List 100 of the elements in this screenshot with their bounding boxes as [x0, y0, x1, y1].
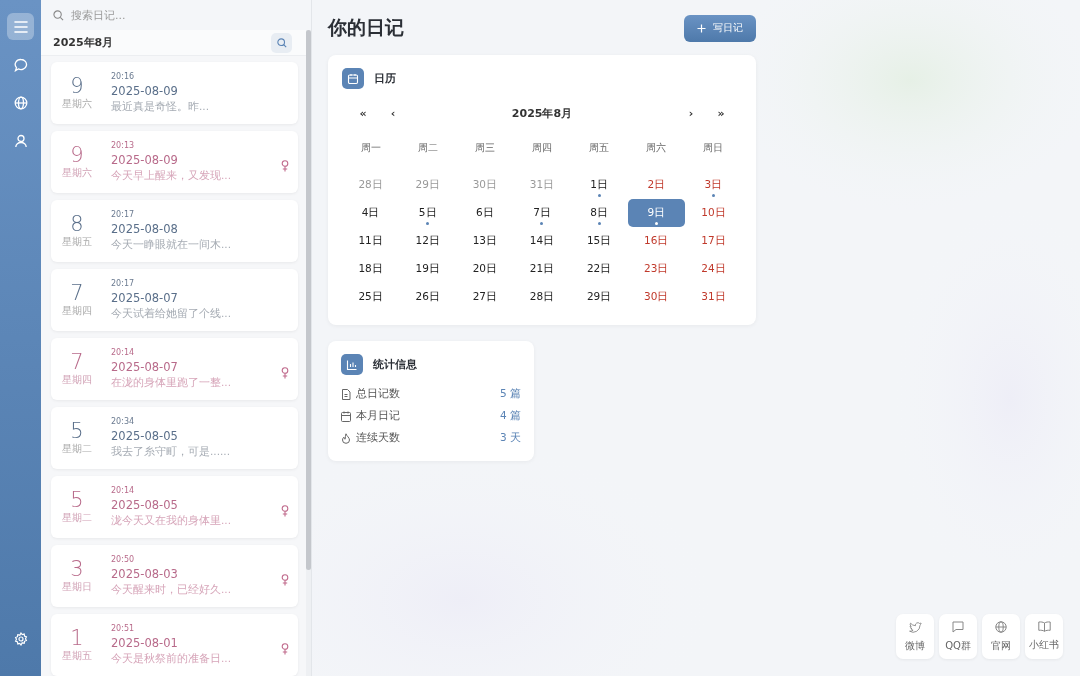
entry-time: 20:13 [111, 141, 136, 150]
calendar-day[interactable]: 18日 [342, 255, 400, 283]
calendar-day[interactable]: 31日 [684, 283, 742, 311]
calendar-day[interactable]: 13日 [456, 227, 514, 255]
calendar-day[interactable]: 27日 [456, 283, 514, 311]
weekday-header: 周一 [359, 141, 382, 155]
entry-time: 20:51 [111, 624, 136, 633]
bird-icon [908, 620, 922, 633]
open-book-icon [1037, 621, 1051, 632]
calendar-day[interactable]: 1日 [570, 171, 628, 199]
calendar-day[interactable]: 3日 [684, 171, 742, 199]
entry-day: 5 [70, 489, 84, 511]
social-link-button[interactable]: 官网 [982, 614, 1020, 659]
entry-day: 8 [70, 213, 84, 235]
entry-time: 20:14 [111, 348, 136, 357]
calendar-day[interactable]: 9日 [627, 199, 685, 227]
calendar-day[interactable]: 26日 [399, 283, 457, 311]
calendar-day[interactable]: 5日 [399, 199, 457, 227]
plus-icon [697, 23, 706, 33]
entry-date: 2025-08-05 [111, 429, 179, 443]
write-diary-button[interactable]: 写日记 [684, 14, 756, 42]
entry-time: 20:34 [111, 417, 136, 426]
calendar-day[interactable]: 16日 [627, 227, 685, 255]
entry-date: 2025-08-09 [111, 153, 179, 167]
stat-value: 3 天 [499, 431, 521, 445]
calendar-day[interactable]: 19日 [399, 255, 457, 283]
entry-date: 2025-08-01 [111, 636, 179, 650]
stat-value: 5 篇 [499, 387, 521, 401]
previous-month-button[interactable]: ‹ [378, 107, 408, 120]
entry-weekday: 星期五 [62, 235, 92, 249]
search-icon [53, 10, 64, 21]
calendar-day[interactable]: 7日 [513, 199, 571, 227]
calendar-day[interactable]: 6日 [456, 199, 514, 227]
chat-bubble-icon [13, 57, 28, 72]
calendar-day[interactable]: 10日 [684, 199, 742, 227]
entry-time: 20:17 [111, 210, 136, 219]
calendar-day[interactable]: 30日 [627, 283, 685, 311]
calendar-day[interactable]: 29日 [570, 283, 628, 311]
search-button[interactable] [271, 32, 292, 53]
weekday-header: 周四 [531, 141, 553, 155]
calendar-day[interactable]: 14日 [513, 227, 571, 255]
diary-entry-card[interactable]: 7 星期四 20:17 2025-08-07 今天试着给她留了个线... [51, 269, 298, 331]
calendar-day[interactable]: 8日 [570, 199, 628, 227]
diary-entry-card[interactable]: 9 星期六 20:16 2025-08-09 最近真是奇怪。昨... [51, 62, 298, 124]
entry-date: 2025-08-05 [111, 498, 179, 512]
entry-time: 20:50 [111, 555, 136, 564]
female-symbol-icon [281, 367, 289, 379]
calendar-day[interactable]: 4日 [342, 199, 400, 227]
entry-day: 1 [70, 627, 84, 649]
entry-weekday: 星期日 [62, 580, 92, 594]
weekday-header: 周五 [588, 141, 611, 155]
calendar-badge-icon [342, 68, 364, 89]
calendar-day[interactable]: 15日 [570, 227, 628, 255]
calendar-day[interactable]: 28日 [513, 283, 571, 311]
next-year-button[interactable]: » [706, 107, 736, 120]
entry-excerpt: 今天早上醒来，又发现... [111, 169, 231, 183]
entry-excerpt: 我去了糸守町，可是...... [111, 445, 231, 459]
search-icon [276, 37, 287, 48]
diary-entry-card[interactable]: 7 星期四 20:14 2025-08-07 在泷的身体里跑了一整... [51, 338, 298, 400]
calendar-day[interactable]: 12日 [399, 227, 457, 255]
weekday-header: 周三 [473, 141, 496, 155]
calendar-day[interactable]: 17日 [684, 227, 742, 255]
diary-entry-card[interactable]: 3 星期日 20:50 2025-08-03 今天醒来时，已经好久... [51, 545, 298, 607]
next-month-button[interactable]: › [676, 107, 706, 120]
calendar-day[interactable]: 20日 [456, 255, 514, 283]
calendar-day[interactable]: 22日 [570, 255, 628, 283]
entry-weekday: 星期六 [62, 97, 92, 111]
calendar-day[interactable]: 21日 [513, 255, 571, 283]
calendar-day[interactable]: 24日 [684, 255, 742, 283]
previous-year-button[interactable]: « [348, 107, 378, 120]
card-title: 统计信息 [373, 357, 417, 372]
calendar-day[interactable]: 23日 [627, 255, 685, 283]
entry-day: 5 [70, 420, 84, 442]
calendar-month: 2025年8月 [510, 106, 574, 121]
entry-date: 2025-08-08 [111, 222, 179, 236]
stat-label: 连续天数 [356, 431, 401, 445]
female-symbol-icon [281, 160, 289, 172]
calendar-day[interactable]: 25日 [342, 283, 400, 311]
entry-time: 20:14 [111, 486, 136, 495]
diary-entry-card[interactable]: 9 星期六 20:13 2025-08-09 今天早上醒来，又发现... [51, 131, 298, 193]
social-link-button[interactable]: 小红书 [1025, 614, 1063, 659]
menu-button[interactable] [7, 13, 34, 40]
entry-day: 7 [70, 282, 84, 304]
entry-weekday: 星期六 [62, 166, 92, 180]
calendar-day[interactable]: 11日 [342, 227, 400, 255]
social-link-button[interactable]: QQ群 [939, 614, 977, 659]
calendar-day[interactable]: 2日 [627, 171, 685, 199]
document-icon [341, 388, 351, 400]
female-symbol-icon [281, 505, 289, 517]
card-title: 日历 [374, 71, 396, 86]
social-link-button[interactable]: 微博 [896, 614, 934, 659]
entry-day: 7 [70, 351, 84, 373]
diary-entry-card[interactable]: 1 星期五 20:51 2025-08-01 今天是秋祭前的准备日... [51, 614, 298, 676]
entry-time: 20:16 [111, 72, 136, 81]
entry-excerpt: 今天是秋祭前的准备日... [111, 652, 231, 666]
diary-entry-card[interactable]: 8 星期五 20:17 2025-08-08 今天一睁眼就在一间木... [51, 200, 298, 262]
entry-time: 20:17 [111, 279, 136, 288]
stat-label: 总日记数 [356, 387, 401, 401]
entry-day: 9 [70, 144, 84, 166]
weekday-header: 周六 [645, 141, 668, 155]
